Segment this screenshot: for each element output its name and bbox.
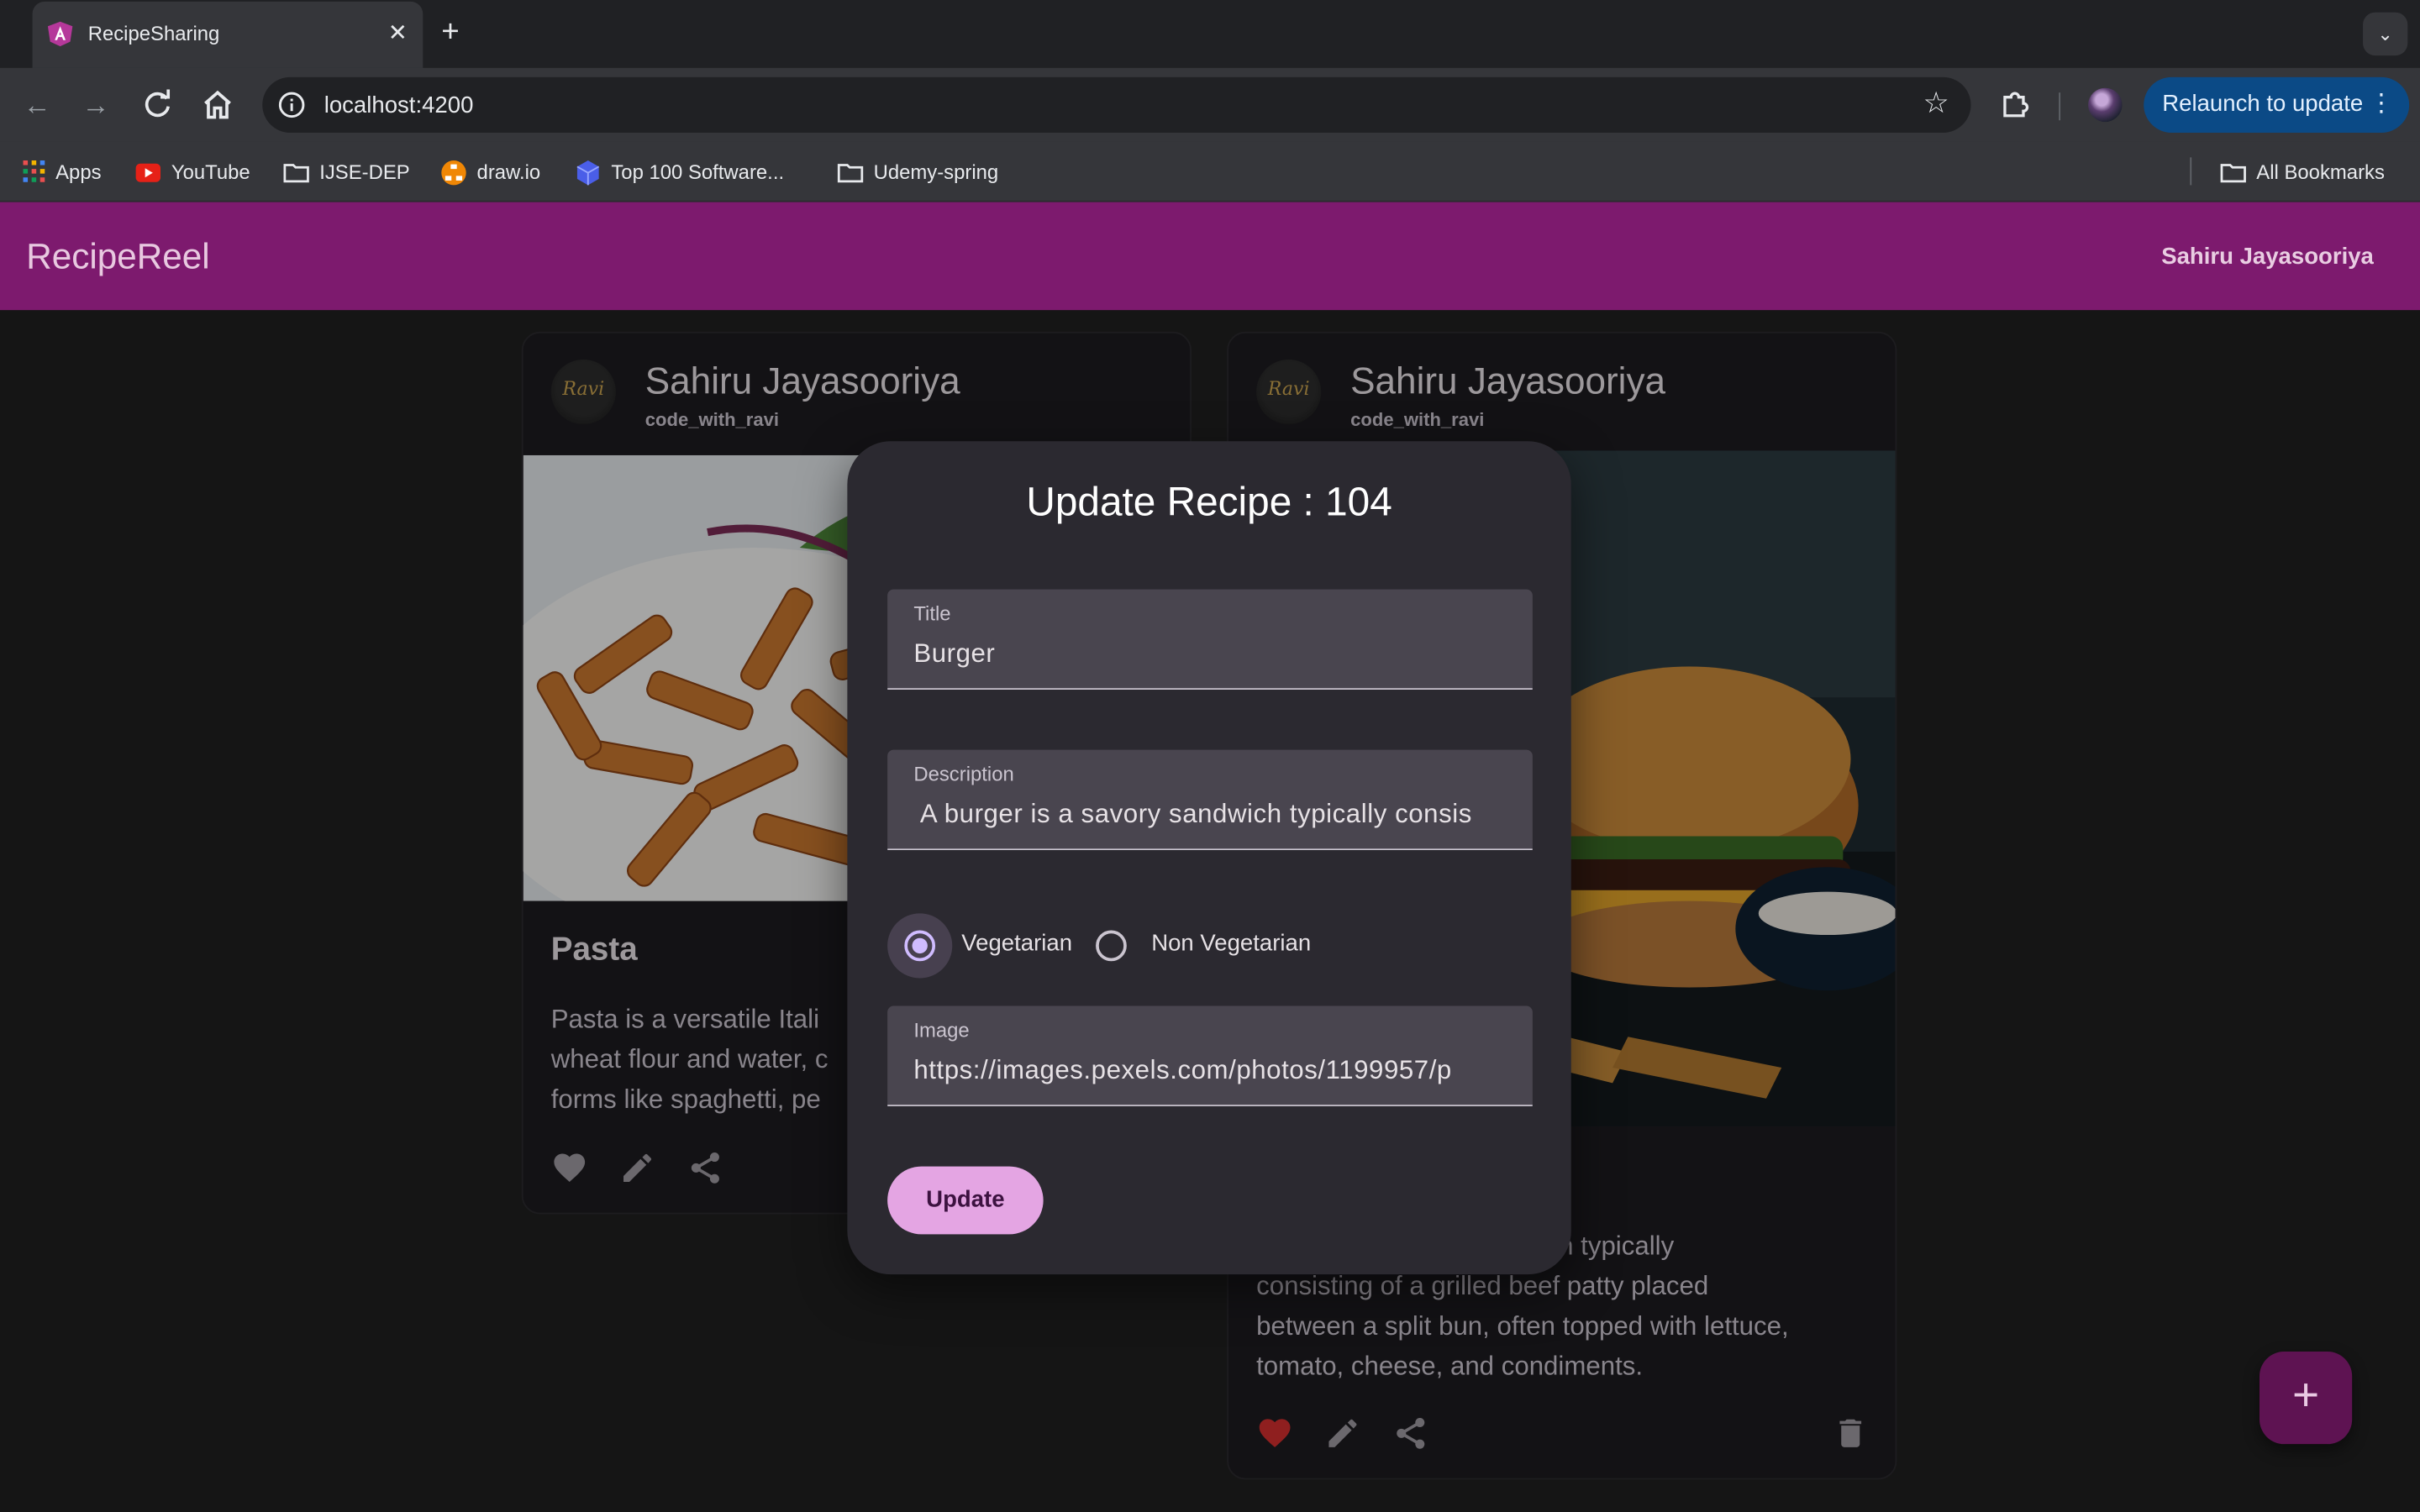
diet-radio-group: Vegetarian Non Vegetarian: [887, 913, 1505, 979]
bookmark-apps[interactable]: Apps: [22, 159, 102, 186]
all-bookmarks-label: All Bookmarks: [2256, 160, 2385, 184]
dialog-title: Update Recipe : 104: [1026, 478, 1392, 525]
relaunch-to-update-button[interactable]: Relaunch to update ⋮: [2144, 76, 2410, 133]
bookmark-drawio[interactable]: draw.io: [439, 159, 540, 186]
bookmark-star-icon[interactable]: ☆: [1923, 88, 1949, 122]
title-field-label: Title: [913, 601, 951, 625]
user-name[interactable]: Sahiru Jayasooriya: [2161, 244, 2374, 270]
bookmark-label: Apps: [55, 160, 102, 184]
tab-close-icon[interactable]: ✕: [388, 18, 408, 50]
image-field[interactable]: Image https://images.pexels.com/photos/1…: [887, 1005, 1533, 1106]
toolbar-separator: [2059, 92, 2061, 121]
update-button[interactable]: Update: [887, 1166, 1044, 1235]
browser-toolbar: ← → localhost:4200 ☆ Relaunch to update …: [0, 67, 2420, 142]
more-menu-icon[interactable]: ⋮: [2369, 77, 2393, 133]
bookmarks-separator: [2190, 157, 2192, 186]
vegetarian-label[interactable]: Vegetarian: [961, 931, 1072, 957]
title-field[interactable]: Title Burger: [887, 589, 1533, 690]
vegetarian-radio[interactable]: [904, 930, 936, 962]
update-recipe-dialog: Update Recipe : 104 Title Burger Descrip…: [847, 441, 1571, 1275]
extensions-puzzle-icon[interactable]: [1999, 88, 2033, 122]
bookmark-label: draw.io: [476, 160, 541, 184]
cube-logo-icon: [576, 160, 600, 186]
bookmark-udemy-spring[interactable]: Udemy-spring: [837, 159, 999, 186]
app-brand[interactable]: RecipeReel: [26, 236, 209, 278]
address-bar[interactable]: localhost:4200 ☆: [262, 76, 1971, 133]
profile-avatar[interactable]: [2088, 87, 2123, 123]
bookmark-youtube[interactable]: YouTube: [134, 159, 250, 186]
apps-grid-icon: [23, 160, 45, 182]
bookmark-ijse-dep[interactable]: IJSE-DEP: [282, 159, 410, 186]
drawio-icon: [441, 160, 466, 186]
image-field-label: Image: [913, 1018, 970, 1042]
browser-tab-strip: RecipeSharing ✕ + ⌄: [0, 0, 2420, 68]
non-vegetarian-label[interactable]: Non Vegetarian: [1151, 931, 1311, 957]
new-tab-icon[interactable]: +: [441, 14, 459, 51]
reload-icon[interactable]: [139, 87, 176, 123]
bookmark-top100[interactable]: Top 100 Software...: [574, 159, 784, 186]
forward-arrow-icon[interactable]: →: [77, 87, 114, 123]
back-arrow-icon[interactable]: ←: [18, 87, 55, 123]
app-toolbar: RecipeReel Sahiru Jayasooriya: [0, 202, 2420, 311]
url-text: localhost:4200: [324, 92, 474, 119]
folder-icon: [837, 164, 864, 183]
all-bookmarks[interactable]: All Bookmarks: [2219, 159, 2385, 186]
description-input[interactable]: A burger is a savory sandwich typically …: [913, 799, 1507, 830]
tab-search-chevron-icon[interactable]: ⌄: [2363, 12, 2408, 56]
folder-icon: [283, 164, 309, 183]
description-field-label: Description: [913, 762, 1014, 785]
image-url-input[interactable]: https://images.pexels.com/photos/1199957…: [913, 1055, 1507, 1086]
browser-tab[interactable]: RecipeSharing ✕: [32, 1, 424, 68]
title-input[interactable]: Burger: [913, 638, 1507, 669]
non-vegetarian-radio[interactable]: [1096, 930, 1127, 962]
relaunch-label: Relaunch to update: [2162, 91, 2364, 118]
youtube-icon: [135, 163, 161, 182]
bookmark-label: YouTube: [171, 160, 250, 184]
site-info-icon[interactable]: [278, 91, 306, 118]
bookmark-label: Top 100 Software...: [611, 160, 785, 184]
tab-title: RecipeSharing: [87, 21, 220, 45]
add-recipe-fab[interactable]: +: [2259, 1351, 2353, 1445]
bookmarks-bar: Apps YouTube IJSE-DEP draw.io Top 100 So…: [0, 141, 2420, 202]
description-field[interactable]: Description A burger is a savory sandwic…: [887, 749, 1533, 851]
folder-icon: [2220, 164, 2246, 183]
bookmark-label: Udemy-spring: [873, 160, 999, 184]
angular-favicon-icon: [47, 21, 73, 47]
bookmark-label: IJSE-DEP: [319, 160, 410, 184]
home-icon[interactable]: [199, 87, 236, 123]
